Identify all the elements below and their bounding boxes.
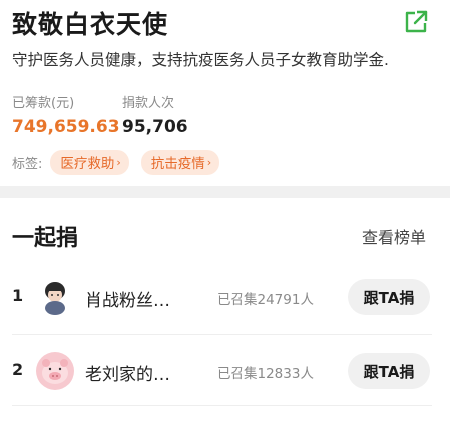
section-title: 一起捐 — [12, 226, 79, 251]
chevron-right-icon: › — [116, 155, 121, 169]
supporter-count: 已召集24791人 — [217, 292, 314, 308]
donors-stat: 捐款人次 95,706 — [122, 92, 188, 137]
tag-fight-epidemic[interactable]: 抗击疫情 › — [140, 150, 220, 175]
tag-list: 标签: 医疗救助 › 抗击疫情 › — [12, 150, 231, 175]
leaderboard-row[interactable]: 2 老刘家的… 已召集12833人 跟TA捐 — [0, 340, 450, 402]
donate-with-button[interactable]: 跟TA捐 — [348, 353, 430, 389]
donors-value: 95,706 — [122, 117, 188, 137]
leaderboard-row[interactable]: 1 肖战粉丝… 已召集24791人 跟TA捐 — [0, 266, 450, 328]
raised-label: 已筹款(元) — [12, 96, 75, 111]
row-divider — [12, 405, 432, 406]
fundraiser-name: 肖战粉丝… — [85, 291, 170, 311]
tag-label: 医疗救助 — [60, 156, 115, 172]
tag-medical-aid[interactable]: 医疗救助 › — [50, 150, 129, 175]
view-leaderboard-link[interactable]: 查看榜单 — [362, 224, 426, 248]
rank-number: 2 — [12, 360, 24, 379]
page-title: 致敬白衣天使 — [12, 10, 169, 39]
share-icon[interactable] — [403, 9, 429, 35]
raised-value: 749,659.63 — [12, 117, 120, 137]
row-divider — [12, 334, 432, 335]
section-divider — [0, 186, 450, 198]
rank-number: 1 — [12, 286, 24, 305]
donors-label: 捐款人次 — [122, 96, 175, 111]
chevron-right-icon: › — [206, 155, 212, 169]
campaign-card: 致敬白衣天使 守护医务人员健康，支持抗疫医务人员子女教育助学金. 已筹款(元) … — [0, 0, 450, 186]
tags-label: 标签: — [12, 157, 43, 172]
supporter-count: 已召集12833人 — [217, 366, 314, 382]
donate-with-button[interactable]: 跟TA捐 — [348, 279, 430, 315]
raised-stat: 已筹款(元) 749,659.63 — [12, 92, 120, 137]
tag-label: 抗击疫情 — [150, 156, 205, 172]
donate-together-section: 一起捐 查看榜单 1 肖战粉丝… 已召集24791人 跟TA捐 2 老刘家的… … — [0, 198, 450, 422]
pig-avatar-icon — [36, 352, 74, 390]
user-avatar-icon — [36, 278, 74, 316]
campaign-description: 守护医务人员健康，支持抗疫医务人员子女教育助学金. — [12, 51, 389, 69]
fundraiser-name: 老刘家的… — [85, 365, 170, 385]
